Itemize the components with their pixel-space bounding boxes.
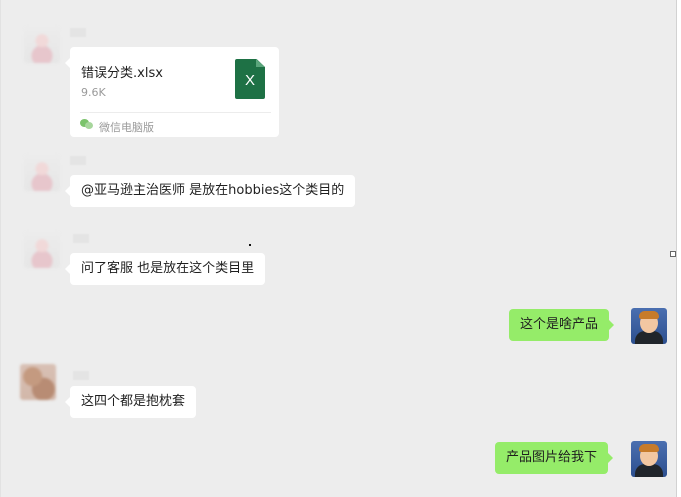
chat-panel[interactable]: 错误分类.xlsx 9.6K X 微信电脑版 @亚马逊主治医师 是放在hobbi… <box>0 0 677 497</box>
wechat-icon <box>80 119 93 130</box>
contact-avatar[interactable] <box>20 364 56 400</box>
contact-avatar[interactable] <box>24 232 60 268</box>
message-bubble[interactable]: 问了客服 也是放在这个类目里 <box>64 253 266 285</box>
file-name: 错误分类.xlsx <box>81 66 163 81</box>
divider <box>80 112 271 113</box>
contact-avatar[interactable] <box>24 155 60 191</box>
file-size: 9.6K <box>81 86 106 99</box>
excel-icon: X <box>235 59 265 99</box>
sender-name <box>70 156 86 165</box>
cursor-dot <box>249 244 251 246</box>
sender-name <box>73 371 89 380</box>
user-avatar[interactable] <box>631 308 667 344</box>
file-message-card[interactable]: 错误分类.xlsx 9.6K X 微信电脑版 <box>65 47 279 137</box>
message-bubble[interactable]: @亚马逊主治医师 是放在hobbies这个类目的 <box>64 175 356 207</box>
sender-name <box>70 28 86 37</box>
sender-name <box>73 234 89 243</box>
file-source-label: 微信电脑版 <box>99 121 154 134</box>
user-avatar[interactable] <box>631 441 667 477</box>
message-bubble[interactable]: 这四个都是抱枕套 <box>64 386 197 418</box>
resize-handle[interactable] <box>670 251 676 257</box>
contact-avatar[interactable] <box>24 27 60 63</box>
message-bubble[interactable]: 产品图片给我下 <box>495 442 614 474</box>
message-bubble[interactable]: 这个是啥产品 <box>509 309 615 341</box>
